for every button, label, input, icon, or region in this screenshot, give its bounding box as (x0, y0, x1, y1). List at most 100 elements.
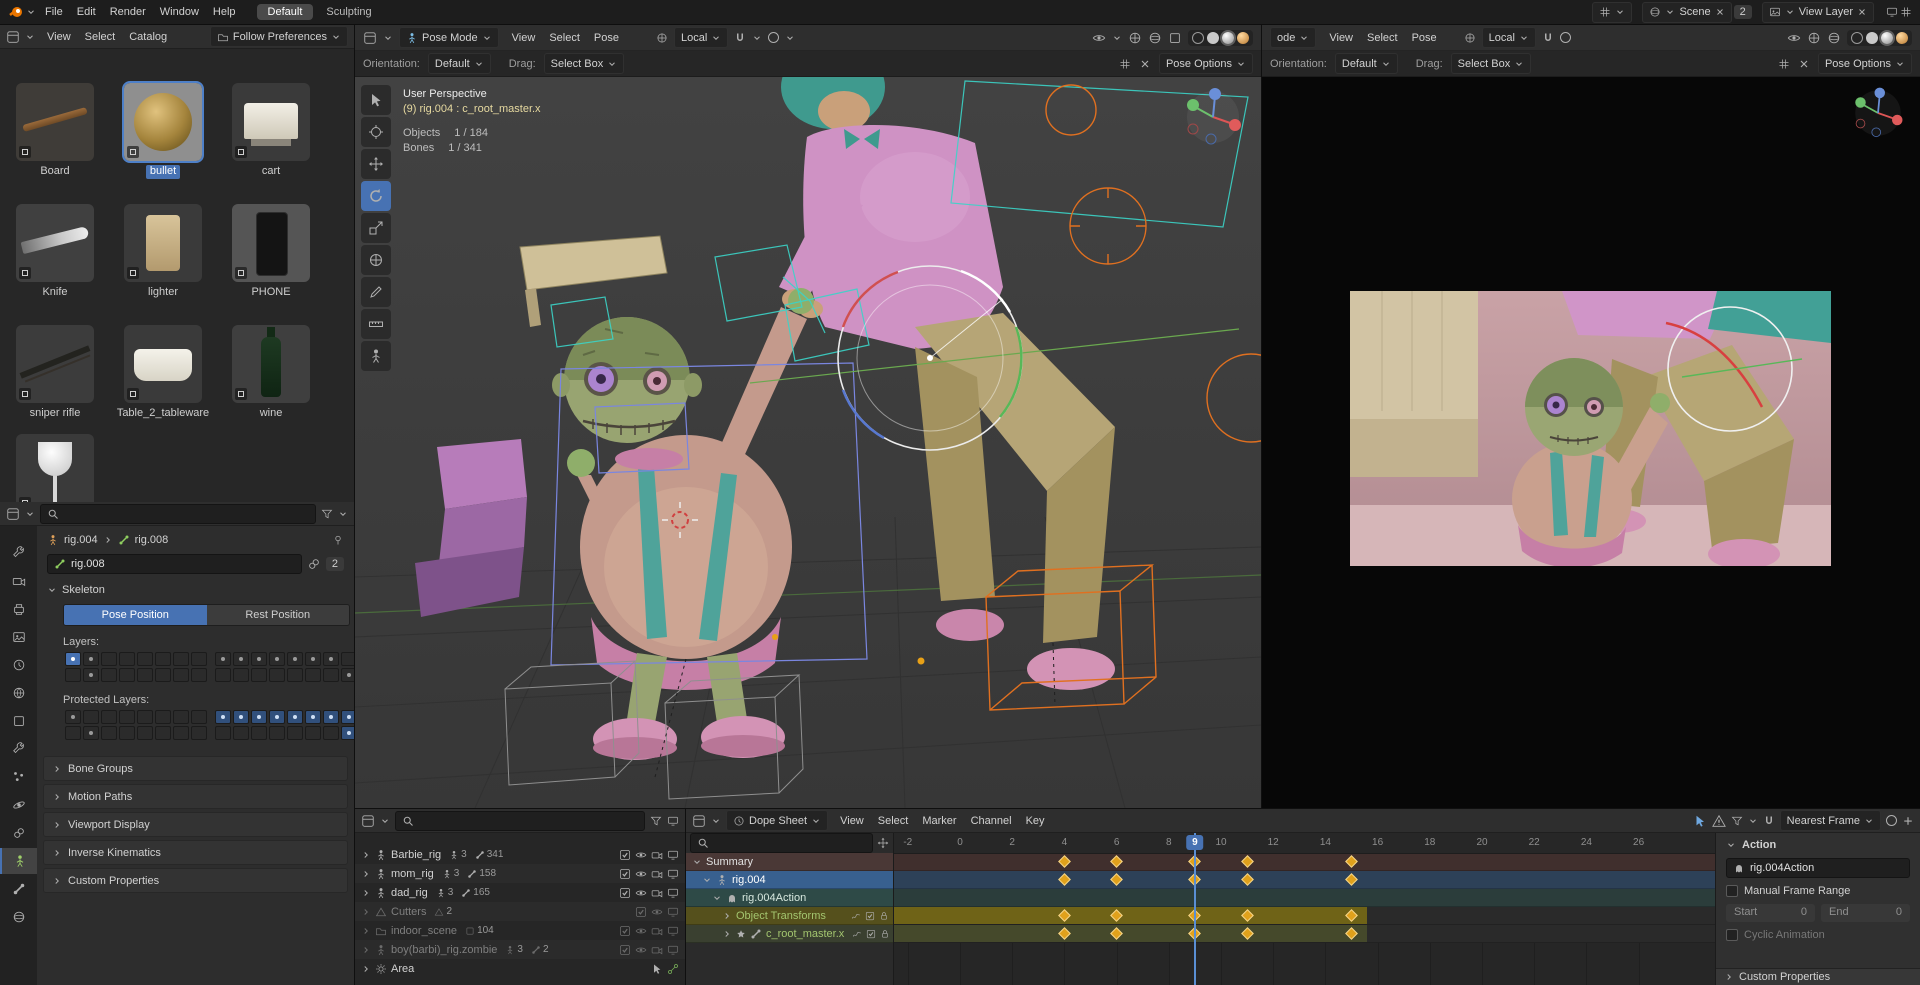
scene-users-count[interactable]: 2 (1734, 5, 1752, 19)
layer-toggle[interactable] (173, 668, 189, 682)
keyframe-f15[interactable] (1345, 855, 1358, 868)
shading-rendered[interactable] (1237, 32, 1249, 44)
properties-tab-physics[interactable] (0, 792, 37, 818)
cursor-toggle-icon[interactable] (651, 963, 663, 975)
layer-toggle[interactable] (155, 668, 171, 682)
chevron-down-icon[interactable] (1748, 816, 1758, 826)
check-toggle-icon[interactable] (619, 925, 631, 937)
asset-menu-select[interactable]: Select (78, 29, 123, 45)
check-toggle-icon[interactable] (635, 906, 647, 918)
chevron-down-icon[interactable] (338, 509, 348, 519)
outliner-row-boy-barbi-rig-zombie[interactable]: boy(barbi)_rig.zombie32 (355, 940, 685, 959)
datablock-name-field[interactable]: rig.008 (47, 554, 302, 574)
layer-toggle[interactable] (119, 652, 135, 666)
skeleton-panel-header[interactable]: Skeleton (47, 584, 344, 596)
layer-toggle[interactable] (83, 710, 99, 724)
keyframe-f11[interactable] (1241, 873, 1254, 886)
layer-toggle[interactable] (119, 668, 135, 682)
layer-toggle[interactable] (155, 652, 171, 666)
channel-track-object-transforms[interactable] (894, 907, 1715, 925)
menu-edit[interactable]: Edit (70, 4, 103, 20)
keyframe-f6[interactable] (1110, 873, 1123, 886)
asset-item-bullet[interactable]: bullet (109, 83, 217, 179)
channel-track-rig-004action[interactable] (894, 889, 1715, 907)
eye-toggle-icon[interactable] (635, 887, 647, 899)
layer-toggle[interactable] (323, 668, 339, 682)
layer-toggle[interactable] (287, 726, 303, 740)
display-options-icon[interactable] (667, 815, 679, 827)
gizmos-icon[interactable] (1128, 31, 1142, 45)
channel-object-transforms[interactable]: Object Transforms (686, 907, 893, 925)
lock-icon[interactable] (880, 929, 890, 939)
drag-setting-dropdown[interactable]: Select Box (544, 53, 625, 74)
proportional-editing-icon[interactable] (1560, 32, 1571, 43)
check-toggle-icon[interactable] (619, 849, 631, 861)
disp-toggle-icon[interactable] (667, 849, 679, 861)
filter-icon[interactable] (1731, 815, 1743, 827)
pose-options-dropdown[interactable]: Pose Options (1818, 53, 1912, 74)
layer-toggle[interactable] (119, 726, 135, 740)
axis-navigation-gizmo[interactable] (1181, 85, 1245, 149)
end-frame-field[interactable]: End 0 (1821, 904, 1910, 922)
editor-type-icon[interactable] (692, 814, 706, 828)
layer-toggle[interactable] (83, 652, 99, 666)
close-icon[interactable] (1798, 58, 1810, 70)
layer-toggle[interactable] (101, 710, 117, 724)
check-icon[interactable] (866, 929, 876, 939)
chevron-down-icon[interactable] (26, 7, 36, 17)
properties-tab-output[interactable] (0, 596, 37, 622)
layer-toggle[interactable] (251, 668, 267, 682)
chevron-down-icon[interactable] (785, 33, 795, 43)
properties-tab-material[interactable] (0, 904, 37, 930)
expand-icon[interactable] (877, 837, 889, 849)
menu-render[interactable]: Render (103, 4, 153, 20)
layer-toggle[interactable] (65, 668, 81, 682)
manual-frame-range-checkbox[interactable] (1726, 885, 1738, 897)
tool-rotate[interactable] (361, 181, 391, 211)
layer-toggle[interactable] (341, 652, 354, 666)
orientation-dropdown[interactable]: Local (1482, 27, 1536, 48)
layer-toggle[interactable] (287, 710, 303, 724)
eye-toggle-icon[interactable] (635, 925, 647, 937)
tool-pose-breakdowner[interactable] (361, 341, 391, 371)
snap-magnet-icon[interactable] (734, 32, 746, 44)
close-icon[interactable] (1715, 7, 1725, 17)
layer-toggle[interactable] (83, 726, 99, 740)
channel-track-summary[interactable] (894, 853, 1715, 871)
rest-position-button[interactable]: Rest Position (207, 605, 350, 625)
editor-type-icon[interactable] (6, 507, 20, 521)
pin-icon[interactable] (332, 534, 344, 546)
shading-rendered[interactable] (1896, 32, 1908, 44)
viewport-3d-scene[interactable] (355, 77, 1261, 808)
playhead[interactable] (1194, 833, 1196, 985)
cam-toggle-icon[interactable] (651, 925, 663, 937)
close-icon[interactable] (1139, 58, 1151, 70)
layer-toggle[interactable] (251, 726, 267, 740)
check-toggle-icon[interactable] (619, 944, 631, 956)
layer-toggle[interactable] (269, 710, 285, 724)
snap-mode-dropdown[interactable]: Nearest Frame (1780, 810, 1881, 831)
chevron-down-icon[interactable] (25, 32, 35, 42)
menu-help[interactable]: Help (206, 4, 243, 20)
action-datablock-field[interactable]: rig.004Action (1726, 858, 1910, 878)
pose-position-button[interactable]: Pose Position (64, 605, 207, 625)
panel-bone-groups[interactable]: Bone Groups (43, 756, 348, 781)
show-errors-icon[interactable] (1712, 814, 1726, 828)
properties-tab-world[interactable] (0, 680, 37, 706)
properties-tab-object-data[interactable] (0, 848, 37, 874)
menu-window[interactable]: Window (153, 4, 206, 20)
layer-toggle[interactable] (173, 726, 189, 740)
breadcrumb-object[interactable]: rig.004 (64, 534, 98, 546)
layer-toggle[interactable] (191, 726, 207, 740)
channel-rig-004action[interactable]: rig.004Action (686, 889, 893, 907)
layer-toggle[interactable] (173, 652, 189, 666)
display-icon[interactable] (1886, 6, 1898, 18)
layer-toggle[interactable] (101, 668, 117, 682)
outliner-row-mom-rig[interactable]: mom_rig3158 (355, 864, 685, 883)
asset-item-lighter[interactable]: lighter (109, 204, 217, 300)
timeline-region[interactable]: -202468101214161820222426 9 (894, 833, 1715, 985)
workspace-tab-sculpting[interactable]: Sculpting (315, 4, 382, 20)
layer-toggle[interactable] (305, 668, 321, 682)
asset-item-knife[interactable]: Knife (1, 204, 109, 300)
layer-toggle[interactable] (233, 652, 249, 666)
